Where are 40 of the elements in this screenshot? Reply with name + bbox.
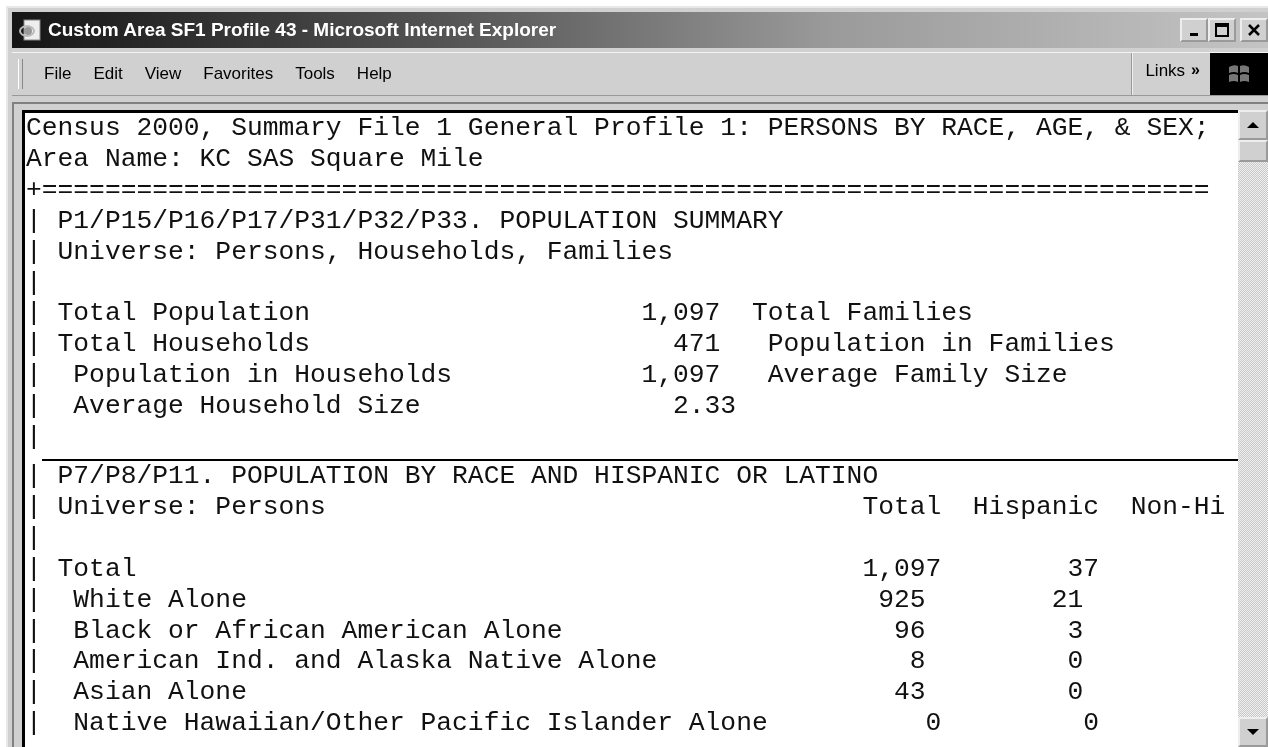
logo-icon — [1210, 53, 1268, 95]
text-line: +========================================================================== — [26, 174, 1210, 206]
window-title: Custom Area SF1 Profile 43 - Microsoft Internet Explorer — [48, 19, 558, 41]
scroll-thumb[interactable] — [1238, 140, 1268, 162]
text-line: | — [26, 267, 42, 299]
text-line: | — [26, 522, 42, 554]
close-icon — [1248, 24, 1260, 36]
text-line: | P1/P15/P16/P17/P31/P32/P33. POPULATION SUMMARY — [26, 205, 784, 237]
up-arrow-icon — [1247, 121, 1259, 129]
text-line: | Native Hawaiian/Other Pacific Islander Alone 0 0 — [26, 708, 1100, 740]
text-line: | Population in Households 1,097 Average Family Size — [26, 360, 1068, 392]
text-line: | Total 1,097 37 — [26, 553, 1100, 585]
text-line: | Asian Alone 43 0 — [26, 677, 1084, 709]
minimize-button[interactable] — [1180, 18, 1208, 42]
text-line: | White Alone 925 21 — [26, 584, 1084, 616]
text-line: | Total Households 471 Population in Families — [26, 329, 1115, 361]
menu-item[interactable]: Favorites — [192, 62, 285, 86]
text-line: | P7/P8/P11. POPULATION BY RACE AND HISPANIC OR LATINO — [26, 460, 879, 492]
menu-item[interactable]: File — [33, 62, 83, 86]
text-line: Area Name: KC SAS Square Mile — [26, 143, 484, 175]
menu-item[interactable]: View — [133, 62, 193, 86]
maximize-icon — [1215, 23, 1229, 37]
text-line: | Total Population 1,097 Total Families — [26, 298, 973, 330]
text-line: | Black or African American Alone 96 3 — [26, 615, 1084, 647]
close-button[interactable] — [1240, 18, 1268, 42]
down-arrow-icon — [1247, 728, 1259, 736]
text-line: | Average Household Size 2.33 — [26, 391, 737, 423]
maximize-button[interactable] — [1208, 18, 1236, 42]
menu-item[interactable]: Help — [345, 62, 403, 86]
minimize-icon — [1190, 32, 1198, 36]
menu-item[interactable]: Tools — [284, 62, 346, 86]
scroll-down-button[interactable] — [1238, 717, 1268, 747]
menu-item[interactable]: Edit — [82, 62, 134, 86]
text-line: | Universe: Persons, Households, Families — [26, 236, 673, 268]
scroll-up-button[interactable] — [1238, 110, 1268, 140]
text-line: | Universe: Persons Total Hispanic Non-Hi — [26, 491, 1226, 523]
text-line: | — [26, 422, 42, 453]
text-line: | American Ind. and Alaska Native Alone 8 0 — [26, 646, 1084, 678]
browser-icon — [18, 18, 42, 42]
text-line: Census 2000, Summary File 1 General Profile 1: PERSONS BY RACE, AGE, & SEX; — [26, 113, 1210, 144]
